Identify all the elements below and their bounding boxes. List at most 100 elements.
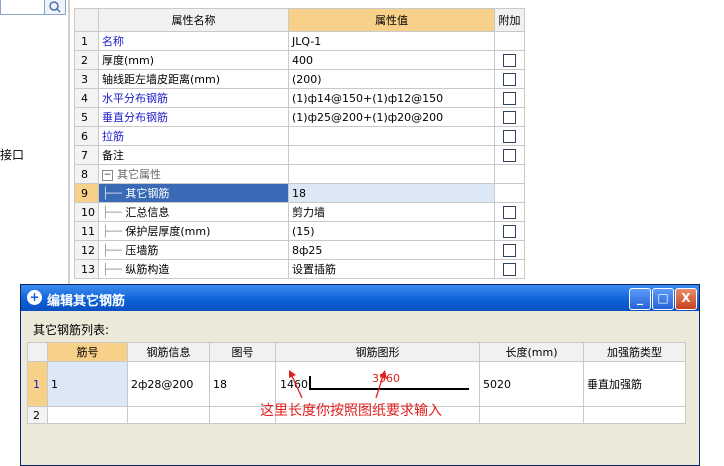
prop-row[interactable]: 1 名称 JLQ-1 [74,31,525,51]
prop-value[interactable]: 设置插筋 [288,259,495,279]
prop-row-num: 5 [74,107,99,127]
left-panel-label: 接口 [0,148,25,162]
prop-value[interactable]: (1)ф14@150+(1)ф12@150 [288,88,495,108]
dialog-title-bar[interactable]: + 编辑其它钢筋 _ □ X [21,285,699,311]
left-panel [0,0,70,290]
tree-line-icon: ├── [102,187,126,200]
prop-row[interactable]: 11 ├── 保护层厚度(mm) (15) [74,221,525,241]
panel-divider[interactable] [68,0,70,290]
prop-value[interactable]: (1)ф25@200+(1)ф20@200 [288,107,495,127]
rebar-header-info[interactable]: 钢筋信息 [127,342,210,362]
rebar-header-shape[interactable]: 钢筋图形 [275,342,480,362]
prop-name[interactable]: 水平分布钢筋 [98,88,289,108]
rebar-bar-no[interactable]: 1 [47,361,128,407]
rebar-header-num [27,342,48,362]
prop-name[interactable]: 轴线距左墙皮距离(mm) [98,69,289,89]
prop-extra-cell[interactable] [494,107,525,127]
rebar-length[interactable] [479,406,584,424]
prop-name[interactable]: 厚度(mm) [98,50,289,70]
prop-name-cell[interactable]: ├── 其它钢筋 [98,183,289,203]
prop-row-num: 8 [74,164,99,184]
prop-value[interactable]: 400 [288,50,495,70]
rebar-info[interactable]: 2ф28@200 [127,361,210,407]
prop-name[interactable]: 名称 [98,31,289,51]
tree-line-icon: ├── [102,263,126,276]
prop-name-cell[interactable]: ├── 汇总信息 [98,202,289,222]
rebar-header-bar-no[interactable]: 筋号 [47,342,128,362]
prop-header-name[interactable]: 属性名称 [98,8,289,32]
prop-name[interactable]: 拉筋 [98,126,289,146]
prop-name: 压墙筋 [125,244,159,257]
prop-value[interactable]: JLQ-1 [288,31,495,51]
prop-extra-cell[interactable] [494,259,525,279]
prop-value[interactable]: 18 [288,183,495,203]
prop-row[interactable]: 2 厚度(mm) 400 [74,50,525,70]
rebar-type[interactable] [583,406,686,424]
prop-row[interactable]: 5 垂直分布钢筋 (1)ф25@200+(1)ф20@200 [74,107,525,127]
prop-name[interactable]: 垂直分布钢筋 [98,107,289,127]
prop-header-value[interactable]: 属性值 [288,8,495,32]
extra-checkbox[interactable] [503,129,516,143]
prop-row[interactable]: 12 ├── 压墙筋 8ф25 [74,240,525,260]
prop-value[interactable]: 剪力墙 [288,202,495,222]
prop-extra-cell[interactable] [494,221,525,241]
prop-row[interactable]: 6 拉筋 [74,126,525,146]
prop-value[interactable] [288,145,495,165]
prop-value[interactable]: 8ф25 [288,240,495,260]
extra-checkbox[interactable] [503,243,516,257]
rebar-header-type[interactable]: 加强筋类型 [583,342,686,362]
rebar-header-length[interactable]: 长度(mm) [479,342,584,362]
rebar-info[interactable] [127,406,210,424]
prop-extra-cell[interactable] [494,126,525,146]
search-button[interactable] [44,0,66,15]
extra-checkbox[interactable] [503,91,516,105]
prop-extra-cell[interactable] [494,69,525,89]
prop-value[interactable]: (200) [288,69,495,89]
extra-checkbox[interactable] [503,205,516,219]
prop-row[interactable]: 7 备注 [74,145,525,165]
prop-name-cell[interactable]: ├── 保护层厚度(mm) [98,221,289,241]
prop-row-num: 10 [74,202,99,222]
maximize-button[interactable]: □ [652,288,674,310]
annotation-text: 这里长度你按照图纸要求输入 [260,403,442,419]
rebar-length[interactable]: 5020 [479,361,584,407]
prop-group-cell[interactable]: − 其它属性 [98,164,289,184]
prop-row[interactable]: 3 轴线距左墙皮距离(mm) (200) [74,69,525,89]
extra-checkbox[interactable] [503,53,516,67]
extra-checkbox[interactable] [503,148,516,162]
rebar-bar-no[interactable] [47,406,128,424]
prop-extra-cell[interactable] [494,50,525,70]
prop-row[interactable]: 4 水平分布钢筋 (1)ф14@150+(1)ф12@150 [74,88,525,108]
prop-row-num: 2 [74,50,99,70]
close-button[interactable]: X [675,288,697,310]
prop-row[interactable]: 10 ├── 汇总信息 剪力墙 [74,202,525,222]
prop-header-extra[interactable]: 附加 [494,8,525,32]
prop-row-num: 7 [74,145,99,165]
extra-checkbox[interactable] [503,72,516,86]
minimize-button[interactable]: _ [629,288,651,310]
prop-name-cell[interactable]: ├── 压墙筋 [98,240,289,260]
prop-value [288,164,495,184]
prop-name[interactable]: 备注 [98,145,289,165]
prop-value[interactable] [288,126,495,146]
prop-row-num: 11 [74,221,99,241]
collapse-icon[interactable]: − [102,169,113,181]
extra-checkbox[interactable] [503,224,516,238]
extra-checkbox[interactable] [503,262,516,276]
prop-value[interactable]: (15) [288,221,495,241]
prop-extra-empty [494,183,525,203]
tree-line-icon: ├── [102,225,126,238]
extra-checkbox[interactable] [503,110,516,124]
prop-row[interactable]: 13 ├── 纵筋构造 设置插筋 [74,259,525,279]
prop-row-selected[interactable]: 9 ├── 其它钢筋 18 [74,183,525,203]
search-input[interactable] [0,0,46,15]
prop-extra-cell[interactable] [494,145,525,165]
prop-row-num: 12 [74,240,99,260]
prop-extra-cell[interactable] [494,88,525,108]
prop-extra-cell[interactable] [494,202,525,222]
rebar-type[interactable]: 垂直加强筋 [583,361,686,407]
prop-extra-cell[interactable] [494,240,525,260]
prop-name-cell[interactable]: ├── 纵筋构造 [98,259,289,279]
rebar-header-fig[interactable]: 图号 [209,342,276,362]
prop-row-group[interactable]: 8 − 其它属性 [74,164,525,184]
